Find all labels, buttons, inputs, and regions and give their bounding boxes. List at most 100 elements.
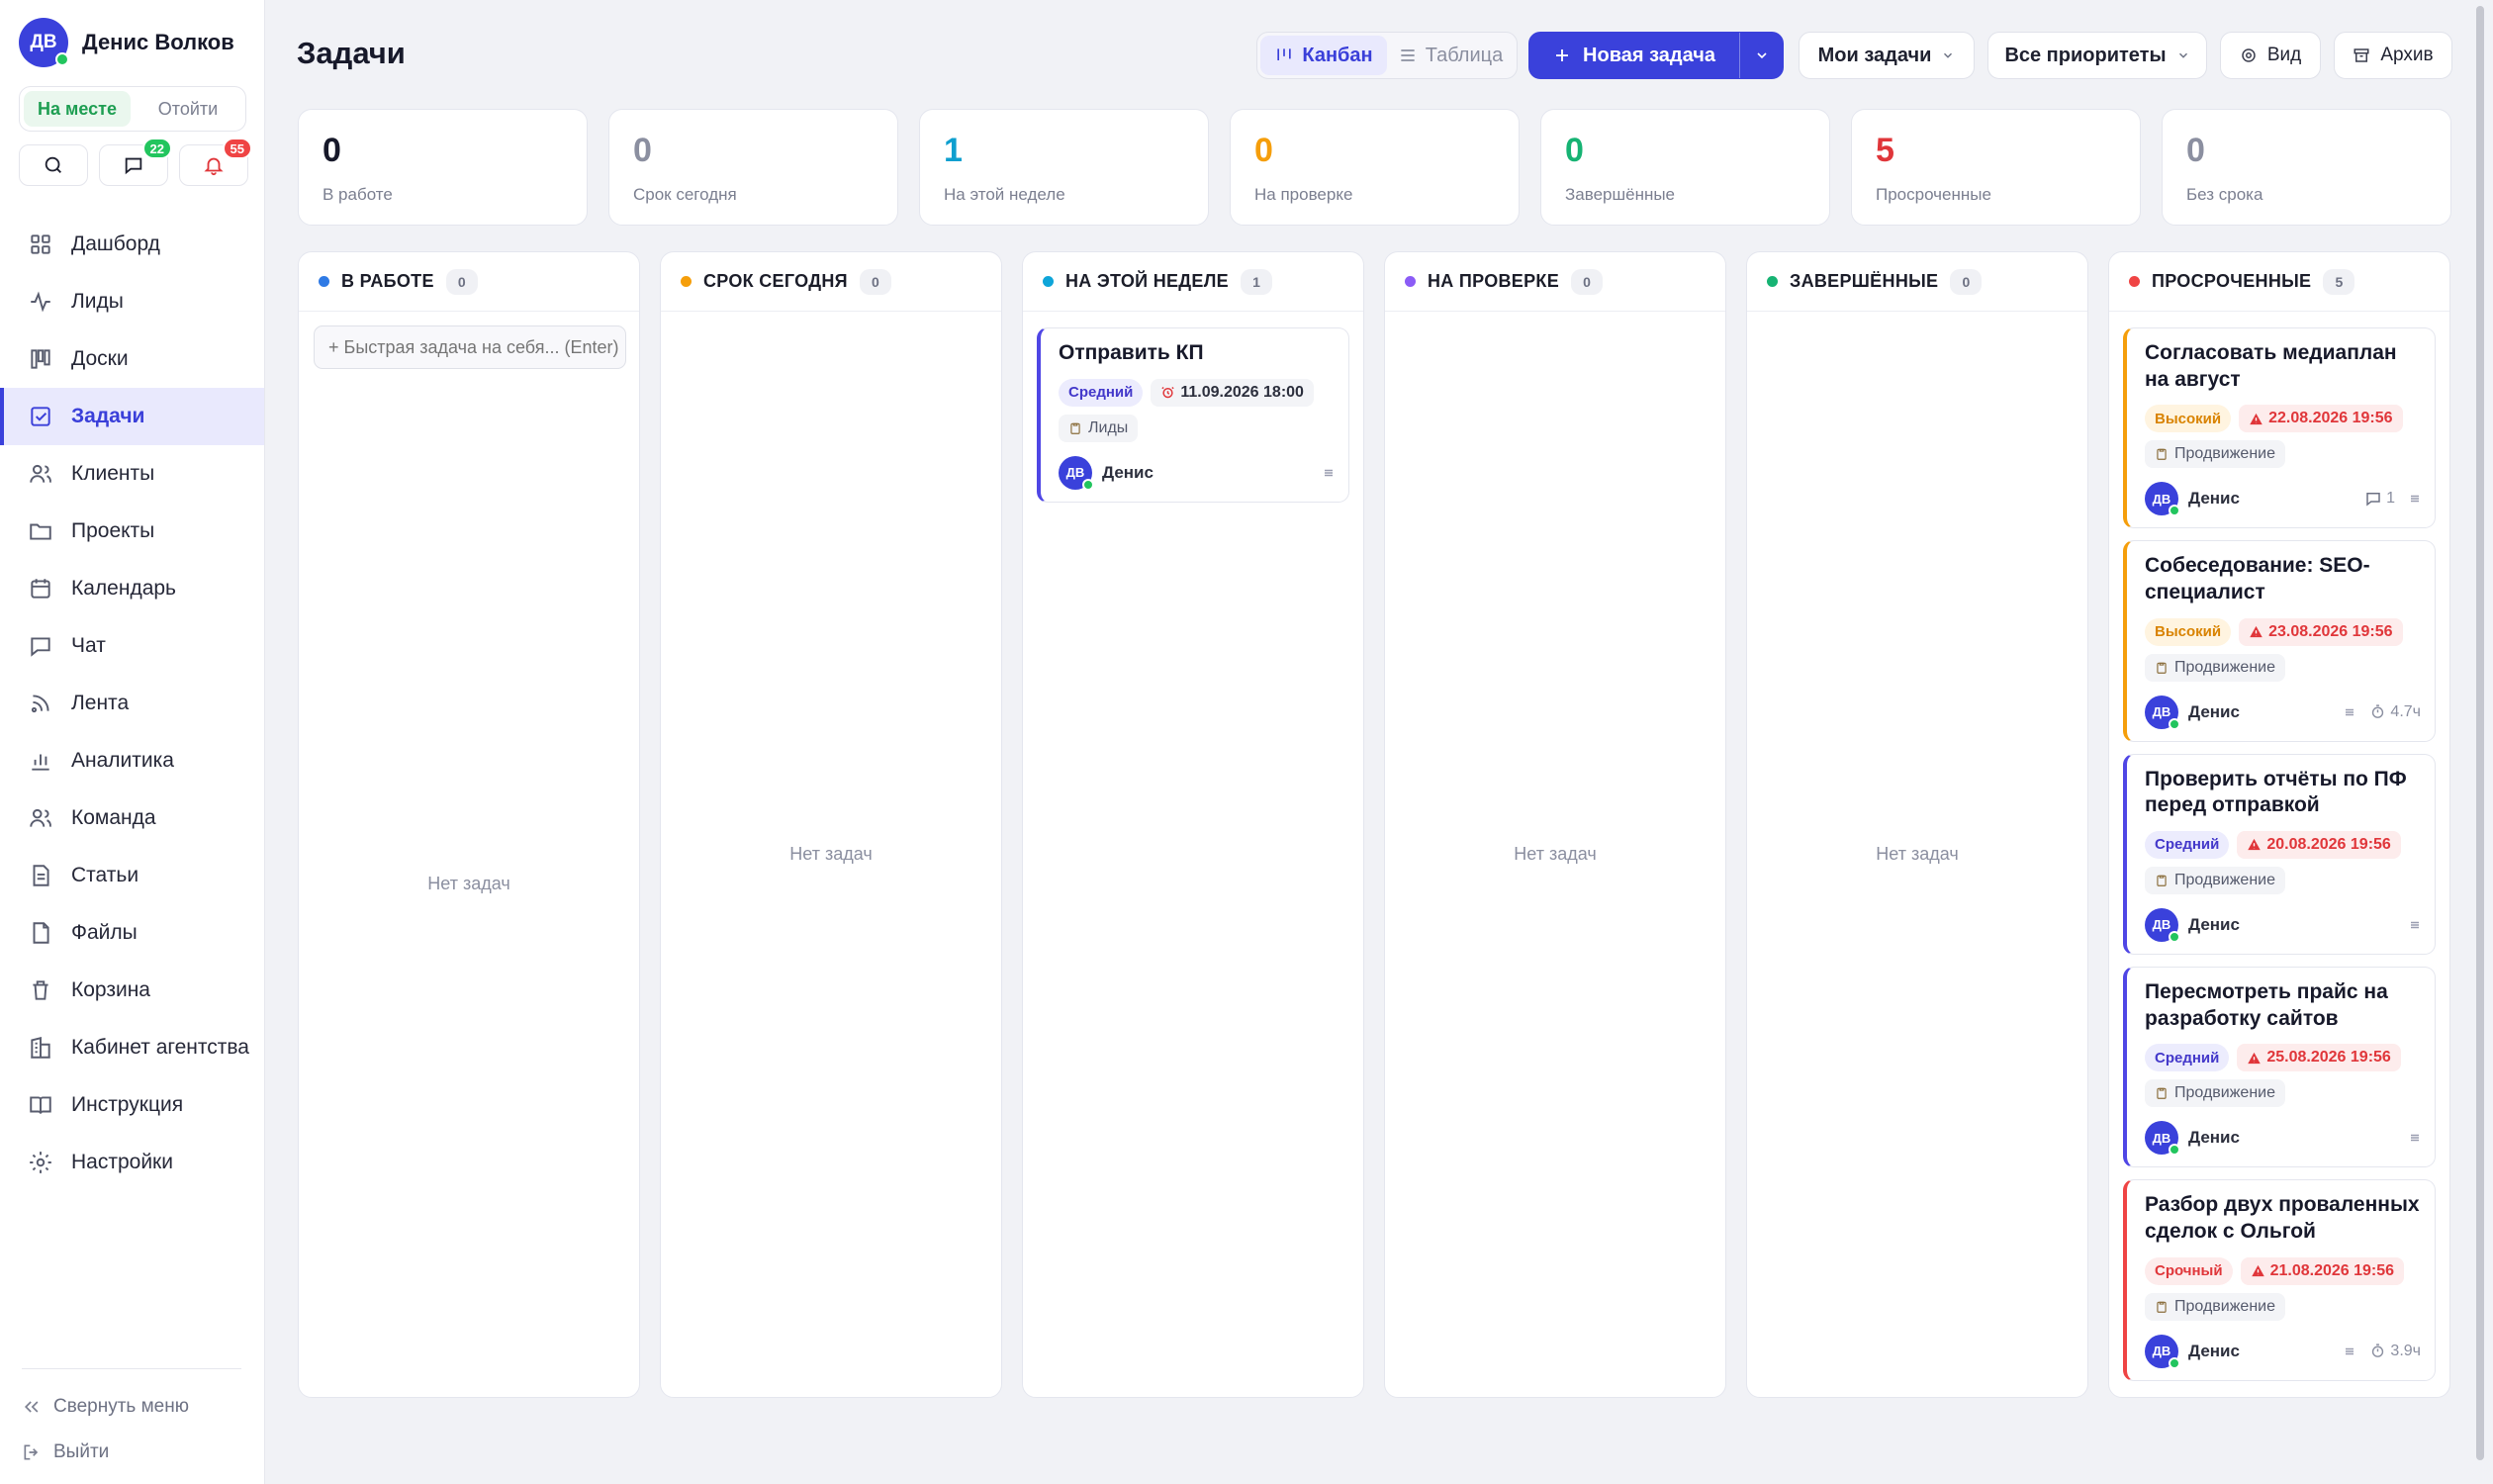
messages-button[interactable]: 22 [99, 138, 172, 186]
timer-icon [2372, 1344, 2384, 1357]
activity-icon [31, 291, 50, 313]
nav-item-chat[interactable]: Чат [0, 617, 264, 675]
project-tag[interactable]: Продвижение [2145, 866, 2285, 894]
project-tag[interactable]: Продвижение [2145, 1292, 2285, 1321]
project-tag[interactable]: Продвижение [2145, 653, 2285, 682]
stat-card[interactable]: 0 В работе [298, 109, 588, 226]
column-status-dot [1767, 276, 1778, 287]
task-meta [2409, 919, 2421, 931]
priority-badge: Высокий [2145, 617, 2232, 646]
users-icon [30, 464, 51, 483]
task-footer: ДВ Денис [2145, 907, 2421, 943]
stat-value: 0 [2186, 132, 2205, 169]
task-card[interactable]: Отправить КП Средний 11.09.2026 18:00 Ли… [1037, 327, 1349, 503]
gear-icon [30, 1152, 51, 1173]
task-meta [2409, 1132, 2421, 1144]
nav-item-files[interactable]: Файлы [0, 904, 264, 962]
column-title: ЗАВЕРШЁННЫЕ [1790, 271, 1939, 291]
warning-icon [2251, 1264, 2264, 1277]
stat-label: Завершённые [1565, 185, 1676, 204]
project-tag[interactable]: Продвижение [2145, 440, 2285, 469]
online-indicator [55, 52, 69, 66]
status-away-button[interactable]: Отойти [135, 91, 241, 127]
online-indicator [2169, 1356, 2180, 1369]
user-profile[interactable]: ДВ Денис Волков [19, 18, 234, 67]
warning-icon [2248, 839, 2262, 851]
new-task-button[interactable]: Новая задача [1529, 33, 1739, 78]
clipboard-icon [2157, 449, 2167, 461]
kanban-column: ПРОСРОЧЕННЫЕ 5 Согласовать медиаплан на ав… [2108, 251, 2450, 1398]
nav-item-trash[interactable]: Корзина [0, 962, 264, 1019]
nav-item-articles[interactable]: Статьи [0, 847, 264, 904]
alarm-clock-icon [1161, 387, 1175, 399]
view-settings-button[interactable]: Вид [2220, 32, 2321, 79]
task-card[interactable]: Собеседование: SEO-специалист Высокий 23… [2123, 540, 2436, 742]
rss-icon [31, 695, 49, 713]
status-present-button[interactable]: На месте [24, 91, 131, 127]
empty-state: Нет задач [427, 874, 510, 893]
nav-item-boards[interactable]: Доски [0, 330, 264, 388]
column-status-dot [1043, 276, 1054, 287]
task-footer: ДВ Денис 1 [2145, 482, 2421, 517]
stat-label: Без срока [2186, 185, 2263, 204]
nav-item-leads[interactable]: Лиды [0, 273, 264, 330]
due-date-badge: 25.08.2026 19:56 [2237, 1044, 2401, 1072]
nav-item-dashboard[interactable]: Дашборд [0, 216, 264, 273]
assignee-avatar: ДВ [1059, 455, 1094, 491]
nav-item-feed[interactable]: Лента [0, 675, 264, 732]
stat-card[interactable]: 5 Просроченные [1851, 109, 2141, 226]
stat-card[interactable]: 0 Срок сегодня [608, 109, 898, 226]
my-tasks-filter[interactable]: Мои задачи [1799, 32, 1975, 79]
assignee-name: Денис [1102, 462, 1154, 482]
table-view-tab[interactable]: Таблица [1387, 36, 1514, 75]
task-card[interactable]: Разбор двух проваленных сделок с Ольгой … [2123, 1179, 2436, 1381]
sidebar: ДВ Денис Волков На месте Отойти 22 55 Да… [0, 0, 265, 1484]
column-status-dot [319, 276, 329, 287]
nav-item-agency[interactable]: Кабинет агентства [0, 1019, 264, 1076]
task-card[interactable]: Согласовать медиаплан на август Высокий … [2123, 327, 2436, 529]
assignee-avatar: ДВ [2145, 695, 2180, 730]
column-header: НА ПРОВЕРКЕ 0 [1385, 252, 1725, 312]
kanban-view-tab[interactable]: Канбан [1260, 36, 1387, 75]
gear-icon [2242, 48, 2256, 62]
trash-icon [33, 980, 48, 1000]
task-card[interactable]: Пересмотреть прайс на разработку сайтов … [2123, 966, 2436, 1168]
project-tag[interactable]: Продвижение [2145, 1079, 2285, 1108]
task-tags: Продвижение [2145, 866, 2421, 894]
grid-icon [31, 234, 50, 254]
nav-item-settings[interactable]: Настройки [0, 1134, 264, 1191]
priority-badge: Средний [2145, 1044, 2230, 1072]
nav-item-calendar[interactable]: Календарь [0, 560, 264, 617]
stat-card[interactable]: 0 На проверке [1230, 109, 1520, 226]
nav-item-guide[interactable]: Инструкция [0, 1076, 264, 1134]
column-count: 5 [2323, 268, 2355, 295]
task-card[interactable]: Проверить отчёты по ПФ перед отправкой С… [2123, 753, 2436, 955]
chat-icon [125, 157, 142, 175]
task-title: Собеседование: SEO-специалист [2145, 554, 2370, 603]
priority-filter[interactable]: Все приоритеты [1987, 32, 2207, 79]
page-scrollbar[interactable] [2476, 6, 2484, 1460]
logout-button[interactable]: Выйти [22, 1433, 241, 1472]
stat-card[interactable]: 1 На этой неделе [919, 109, 1209, 226]
column-status-dot [1405, 276, 1416, 287]
project-tag[interactable]: Лиды [1059, 414, 1139, 442]
task-tags: Продвижение [2145, 1079, 2421, 1108]
column-header: ЗАВЕРШЁННЫЕ 0 [1747, 252, 2087, 312]
notifications-button[interactable]: 55 [179, 138, 252, 186]
stat-card[interactable]: 0 Без срока [2162, 109, 2451, 226]
nav-item-analytics[interactable]: Аналитика [0, 732, 264, 789]
archive-button[interactable]: Архив [2334, 32, 2452, 79]
quick-task-input[interactable] [314, 325, 626, 369]
nav-item-clients[interactable]: Клиенты [0, 445, 264, 503]
stat-card[interactable]: 0 Завершённые [1540, 109, 1830, 226]
nav-item-team[interactable]: Команда [0, 789, 264, 847]
task-title: Проверить отчёты по ПФ перед отправкой [2145, 767, 2407, 817]
collapse-menu-button[interactable]: Свернуть меню [22, 1387, 241, 1427]
clipboard-icon [2157, 1088, 2167, 1100]
nav-item-tasks[interactable]: Задачи [0, 388, 264, 445]
search-button[interactable] [19, 144, 88, 186]
new-task-dropdown-button[interactable] [1739, 33, 1783, 78]
stat-value: 0 [1565, 132, 1584, 169]
nav-item-projects[interactable]: Проекты [0, 503, 264, 560]
description-indicator [2344, 706, 2355, 718]
